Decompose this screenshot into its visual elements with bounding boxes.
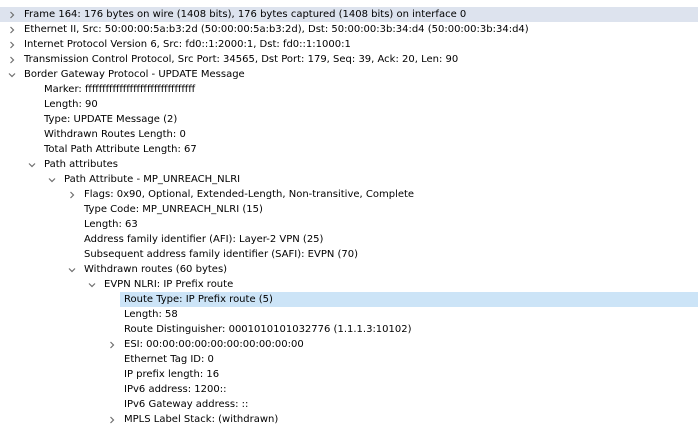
tree-row-marker[interactable]: Marker: ffffffffffffffffffffffffffffffff	[0, 82, 698, 97]
tree-row-withdrawn-routes-length[interactable]: Withdrawn Routes Length: 0	[0, 127, 698, 142]
chevron-right-icon[interactable]	[6, 7, 18, 22]
tree-row-label: IPv6 address: 1200::	[124, 384, 227, 395]
tree-row-esi[interactable]: ESI: 00:00:00:00:00:00:00:00:00:00	[0, 337, 698, 352]
tree-row-path-attribute-mp-unreach[interactable]: Path Attribute - MP_UNREACH_NLRI	[0, 172, 698, 187]
tree-row-evpn-nlri[interactable]: EVPN NLRI: IP Prefix route	[0, 277, 698, 292]
chevron-right-icon[interactable]	[66, 187, 78, 202]
tree-row-tcp[interactable]: Transmission Control Protocol, Src Port:…	[0, 52, 698, 67]
tree-row-type[interactable]: Type: UPDATE Message (2)	[0, 112, 698, 127]
tree-row-total-path-attribute-length[interactable]: Total Path Attribute Length: 67	[0, 142, 698, 157]
tree-row-afi[interactable]: Address family identifier (AFI): Layer-2…	[0, 232, 698, 247]
tree-row-label: EVPN NLRI: IP Prefix route	[104, 279, 234, 290]
tree-row-route-distinguisher[interactable]: Route Distinguisher: 0001010101032776 (1…	[0, 322, 698, 337]
tree-row-ethernet[interactable]: Ethernet II, Src: 50:00:00:5a:b3:2d (50:…	[0, 22, 698, 37]
tree-row-label: Withdrawn routes (60 bytes)	[84, 264, 228, 275]
tree-row-label: Ethernet Tag ID: 0	[124, 354, 214, 365]
tree-row-label: Route Type: IP Prefix route (5)	[124, 292, 275, 307]
tree-row-label: Length: 58	[124, 309, 178, 320]
tree-row-label: Border Gateway Protocol - UPDATE Message	[24, 69, 245, 80]
tree-row-path-attributes[interactable]: Path attributes	[0, 157, 698, 172]
tree-row-ethernet-tag-id[interactable]: Ethernet Tag ID: 0	[0, 352, 698, 367]
tree-row-label: IP prefix length: 16	[124, 369, 220, 380]
chevron-right-icon[interactable]	[106, 337, 118, 352]
chevron-right-icon[interactable]	[6, 52, 18, 67]
chevron-down-icon[interactable]	[6, 67, 18, 82]
tree-row-label: Total Path Attribute Length: 67	[44, 144, 197, 155]
chevron-down-icon[interactable]	[26, 157, 38, 172]
tree-row-label: Transmission Control Protocol, Src Port:…	[24, 54, 459, 65]
chevron-right-icon[interactable]	[6, 22, 18, 37]
tree-row-flags[interactable]: Flags: 0x90, Optional, Extended-Length, …	[0, 187, 698, 202]
tree-row-withdrawn-routes[interactable]: Withdrawn routes (60 bytes)	[0, 262, 698, 277]
tree-row-route-type[interactable]: Route Type: IP Prefix route (5)	[0, 292, 698, 307]
tree-row-label: Internet Protocol Version 6, Src: fd0::1…	[24, 39, 351, 50]
tree-row-length[interactable]: Length: 90	[0, 97, 698, 112]
tree-row-nlri-length[interactable]: Length: 58	[0, 307, 698, 322]
tree-row-label: Marker: ffffffffffffffffffffffffffffffff	[44, 84, 196, 95]
tree-row-label: ESI: 00:00:00:00:00:00:00:00:00:00	[124, 339, 304, 350]
tree-row-ipv6-address[interactable]: IPv6 address: 1200::	[0, 382, 698, 397]
tree-row-frame[interactable]: Frame 164: 176 bytes on wire (1408 bits)…	[0, 7, 698, 22]
chevron-right-icon[interactable]	[106, 412, 118, 427]
chevron-right-icon[interactable]	[6, 37, 18, 52]
tree-row-label: Route Distinguisher: 0001010101032776 (1…	[124, 324, 412, 335]
tree-row-label: Withdrawn Routes Length: 0	[44, 129, 186, 140]
chevron-down-icon[interactable]	[46, 172, 58, 187]
tree-row-bgp[interactable]: Border Gateway Protocol - UPDATE Message	[0, 67, 698, 82]
tree-row-label: Address family identifier (AFI): Layer-2…	[84, 234, 324, 245]
chevron-down-icon[interactable]	[86, 277, 98, 292]
tree-row-label: Flags: 0x90, Optional, Extended-Length, …	[84, 189, 415, 200]
tree-row-label: Frame 164: 176 bytes on wire (1408 bits)…	[24, 9, 467, 20]
tree-row-label: Length: 63	[84, 219, 138, 230]
tree-row-label: Type: UPDATE Message (2)	[44, 114, 178, 125]
tree-row-safi[interactable]: Subsequent address family identifier (SA…	[0, 247, 698, 262]
tree-row-ipv6-gateway-address[interactable]: IPv6 Gateway address: ::	[0, 397, 698, 412]
chevron-down-icon[interactable]	[66, 262, 78, 277]
tree-row-label: Path attributes	[44, 159, 118, 170]
tree-row-ip-prefix-length[interactable]: IP prefix length: 16	[0, 367, 698, 382]
packet-details-tree: Frame 164: 176 bytes on wire (1408 bits)…	[0, 7, 698, 427]
tree-row-ipv6[interactable]: Internet Protocol Version 6, Src: fd0::1…	[0, 37, 698, 52]
tree-row-type-code[interactable]: Type Code: MP_UNREACH_NLRI (15)	[0, 202, 698, 217]
tree-row-mpls-label-stack[interactable]: MPLS Label Stack: (withdrawn)	[0, 412, 698, 427]
tree-row-label: IPv6 Gateway address: ::	[124, 399, 249, 410]
tree-row-label: Type Code: MP_UNREACH_NLRI (15)	[84, 204, 263, 215]
tree-row-label: Length: 90	[44, 99, 98, 110]
tree-row-attr-length[interactable]: Length: 63	[0, 217, 698, 232]
tree-row-label: Path Attribute - MP_UNREACH_NLRI	[64, 174, 241, 185]
tree-row-label: MPLS Label Stack: (withdrawn)	[124, 414, 279, 425]
tree-row-label: Ethernet II, Src: 50:00:00:5a:b3:2d (50:…	[24, 24, 529, 35]
tree-row-label: Subsequent address family identifier (SA…	[84, 249, 359, 260]
